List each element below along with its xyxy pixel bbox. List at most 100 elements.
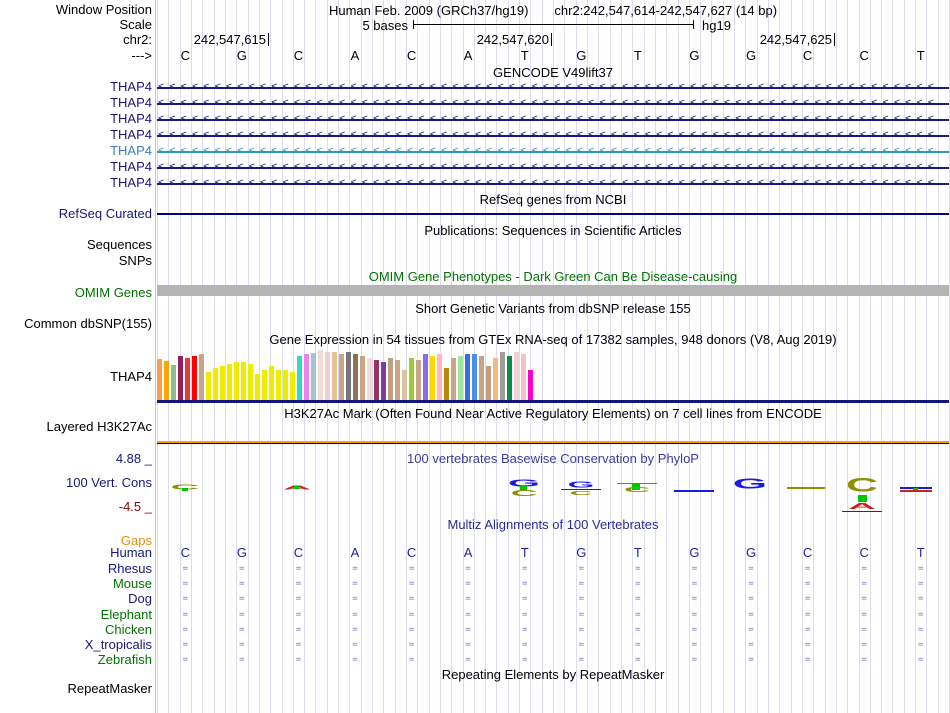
- multiz-alignment-mark[interactable]: =: [553, 578, 609, 590]
- multiz-alignment-mark[interactable]: =: [440, 563, 496, 575]
- sequence-base[interactable]: C: [270, 49, 326, 63]
- gtex-tissue-bar[interactable]: [206, 372, 211, 401]
- multiz-alignment-mark[interactable]: =: [780, 593, 836, 605]
- multiz-alignment-mark[interactable]: =: [327, 578, 383, 590]
- multiz-alignment-mark[interactable]: =: [270, 654, 326, 666]
- multiz-alignment-mark[interactable]: =: [893, 639, 949, 651]
- transcript-label[interactable]: THAP4: [0, 176, 152, 190]
- multiz-species-label[interactable]: Zebrafish: [0, 653, 152, 667]
- refseq-curated-label[interactable]: RefSeq Curated: [0, 207, 152, 221]
- multiz-alignment-mark[interactable]: =: [610, 563, 666, 575]
- multiz-alignment-mark[interactable]: =: [270, 609, 326, 621]
- gtex-tissue-bar[interactable]: [178, 356, 183, 401]
- transcript-item[interactable]: <<<<<<<<<<<<<<<<<<<<<<<<<<<<<<<<<<<<<<<<…: [157, 175, 949, 191]
- gtex-tissue-bar[interactable]: [486, 366, 491, 401]
- multiz-alignment-mark[interactable]: =: [836, 639, 892, 651]
- gtex-tissue-bar[interactable]: [381, 362, 386, 401]
- sequence-base[interactable]: A: [327, 49, 383, 63]
- multiz-alignment-mark[interactable]: =: [384, 563, 440, 575]
- multiz-species-label[interactable]: Rhesus: [0, 562, 152, 576]
- multiz-alignment-mark[interactable]: =: [723, 593, 779, 605]
- multiz-alignment-mark[interactable]: =: [610, 578, 666, 590]
- multiz-alignment-mark[interactable]: =: [157, 563, 213, 575]
- common-dbsnp-label[interactable]: Common dbSNP(155): [0, 317, 152, 331]
- multiz-alignment-mark[interactable]: =: [497, 624, 553, 636]
- multiz-human-base[interactable]: T: [610, 546, 666, 560]
- multiz-alignment-mark[interactable]: =: [327, 593, 383, 605]
- gtex-tissue-bar[interactable]: [528, 370, 533, 401]
- multiz-alignment-mark[interactable]: =: [214, 593, 270, 605]
- multiz-alignment-mark[interactable]: =: [780, 578, 836, 590]
- multiz-alignment-mark[interactable]: =: [497, 639, 553, 651]
- gtex-tissue-bar[interactable]: [423, 354, 428, 401]
- gtex-tissue-bar[interactable]: [514, 352, 519, 401]
- sequence-base[interactable]: C: [384, 49, 440, 63]
- multiz-alignment-mark[interactable]: =: [497, 654, 553, 666]
- gtex-tissue-bar[interactable]: [262, 370, 267, 401]
- transcript-label[interactable]: THAP4: [0, 144, 152, 158]
- sequence-base[interactable]: T: [497, 49, 553, 63]
- multiz-species-label[interactable]: Dog: [0, 592, 152, 606]
- gtex-tissue-bar[interactable]: [416, 360, 421, 401]
- multiz-alignment-mark[interactable]: =: [666, 563, 722, 575]
- multiz-alignment-mark[interactable]: =: [723, 654, 779, 666]
- multiz-alignment-mark[interactable]: =: [384, 593, 440, 605]
- multiz-alignment-mark[interactable]: =: [553, 639, 609, 651]
- gtex-tissue-bar[interactable]: [388, 358, 393, 401]
- multiz-alignment-mark[interactable]: =: [666, 593, 722, 605]
- gtex-tissue-bar[interactable]: [353, 354, 358, 401]
- multiz-alignment-mark[interactable]: =: [780, 563, 836, 575]
- sequence-base[interactable]: C: [780, 49, 836, 63]
- gtex-gene-model-line[interactable]: [157, 400, 949, 403]
- gtex-tissue-bar[interactable]: [304, 354, 309, 401]
- transcript-item[interactable]: <<<<<<<<<<<<<<<<<<<<<<<<<<<<<<<<<<<<<<<<…: [157, 79, 949, 95]
- multiz-alignment-mark[interactable]: =: [666, 654, 722, 666]
- conservation-track-label[interactable]: 100 Vert. Cons: [0, 476, 152, 490]
- transcript-label[interactable]: THAP4: [0, 96, 152, 110]
- multiz-alignment-mark[interactable]: =: [497, 609, 553, 621]
- multiz-alignment-mark[interactable]: =: [610, 609, 666, 621]
- gtex-tissue-bar[interactable]: [367, 358, 372, 401]
- multiz-alignment-mark[interactable]: =: [327, 624, 383, 636]
- multiz-alignment-mark[interactable]: =: [723, 563, 779, 575]
- multiz-alignment-mark[interactable]: =: [440, 624, 496, 636]
- transcript-item[interactable]: <<<<<<<<<<<<<<<<<<<<<<<<<<<<<<<<<<<<<<<<…: [157, 111, 949, 127]
- multiz-alignment-mark[interactable]: =: [270, 624, 326, 636]
- gtex-tissue-bar[interactable]: [199, 354, 204, 401]
- multiz-alignment-mark[interactable]: =: [497, 578, 553, 590]
- multiz-alignment-mark[interactable]: =: [214, 639, 270, 651]
- multiz-alignment-mark[interactable]: =: [610, 639, 666, 651]
- multiz-alignment-mark[interactable]: =: [157, 654, 213, 666]
- transcript-item[interactable]: <<<<<<<<<<<<<<<<<<<<<<<<<<<<<<<<<<<<<<<<…: [157, 143, 949, 159]
- gtex-gene-label[interactable]: THAP4: [0, 370, 152, 384]
- multiz-alignment-mark[interactable]: =: [440, 593, 496, 605]
- gtex-tissue-bar[interactable]: [346, 352, 351, 401]
- gtex-tissue-bar[interactable]: [451, 358, 456, 401]
- multiz-alignment-mark[interactable]: =: [610, 624, 666, 636]
- gtex-tissue-bar[interactable]: [227, 364, 232, 401]
- multiz-human-base[interactable]: A: [327, 546, 383, 560]
- gtex-tissue-bar[interactable]: [472, 354, 477, 401]
- multiz-alignment-mark[interactable]: =: [666, 639, 722, 651]
- multiz-alignment-mark[interactable]: =: [270, 578, 326, 590]
- multiz-human-base[interactable]: G: [723, 546, 779, 560]
- multiz-alignment-mark[interactable]: =: [780, 654, 836, 666]
- sequence-base[interactable]: T: [893, 49, 949, 63]
- gtex-tissue-bar[interactable]: [360, 356, 365, 401]
- multiz-species-label[interactable]: Mouse: [0, 577, 152, 591]
- multiz-human-base[interactable]: C: [157, 546, 213, 560]
- multiz-alignment-mark[interactable]: =: [836, 563, 892, 575]
- multiz-alignment-mark[interactable]: =: [440, 654, 496, 666]
- gtex-tissue-bar[interactable]: [395, 360, 400, 401]
- gtex-tissue-bar[interactable]: [444, 368, 449, 401]
- multiz-alignment-mark[interactable]: =: [553, 563, 609, 575]
- multiz-human-base[interactable]: C: [384, 546, 440, 560]
- publications-snps-label[interactable]: SNPs: [0, 254, 152, 268]
- multiz-alignment-mark[interactable]: =: [440, 609, 496, 621]
- gtex-tissue-bar[interactable]: [290, 372, 295, 401]
- gtex-tissue-bar[interactable]: [521, 354, 526, 401]
- gtex-tissue-bar[interactable]: [339, 354, 344, 401]
- refseq-curated-gene-line[interactable]: [157, 213, 949, 215]
- multiz-alignment-mark[interactable]: =: [384, 654, 440, 666]
- multiz-human-base[interactable]: T: [893, 546, 949, 560]
